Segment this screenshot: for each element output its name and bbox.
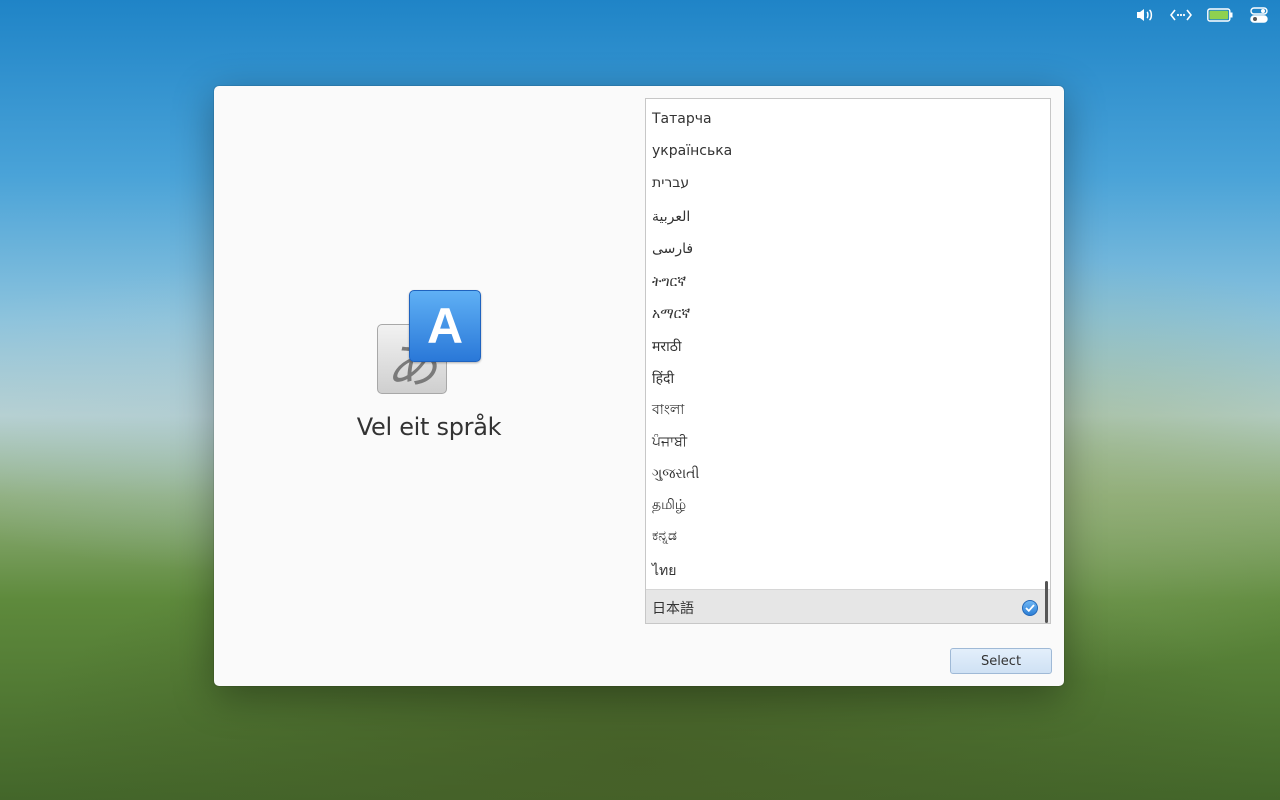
list-item-label: मराठी xyxy=(652,338,682,355)
language-illustration: あ A xyxy=(376,290,482,398)
battery-icon[interactable] xyxy=(1206,6,1234,24)
list-item-label: ਪੰਜਾਬੀ xyxy=(652,434,688,450)
list-item[interactable]: Татарча xyxy=(646,103,1050,135)
settings-toggle-icon[interactable] xyxy=(1248,6,1270,24)
list-item-label: ትግርኛ xyxy=(652,273,687,290)
list-item-label: ಕನ್ನಡ xyxy=(652,528,677,544)
list-item[interactable]: ไทย xyxy=(646,554,1050,587)
list-item-label: Татарча xyxy=(652,111,712,127)
page-title: Vel eit språk xyxy=(356,413,502,441)
checkmark-icon xyxy=(1022,599,1038,616)
list-item-label: ગુજરાતી xyxy=(652,466,700,482)
select-button[interactable]: Select xyxy=(950,648,1052,674)
list-item[interactable]: עברית xyxy=(646,167,1050,199)
list-item-label: עברית xyxy=(652,175,690,191)
list-item-label: العربية xyxy=(652,208,691,225)
list-scrollbar[interactable] xyxy=(1045,581,1048,623)
list-item[interactable]: मराठी xyxy=(646,330,1050,362)
latin-glyph-tile: A xyxy=(409,290,481,362)
list-item-label: বাংলা xyxy=(652,402,685,418)
list-item[interactable]: українська xyxy=(646,135,1050,167)
list-item-label: தமிழ் xyxy=(652,497,687,513)
list-item[interactable]: বাংলা xyxy=(646,394,1050,426)
list-item[interactable]: العربية xyxy=(646,200,1050,233)
network-icon[interactable] xyxy=(1170,6,1192,24)
list-item[interactable]: தமிழ் xyxy=(646,490,1050,522)
list-item-selected[interactable]: 日本語 xyxy=(646,589,1050,623)
list-item-label: فارسی xyxy=(652,241,694,257)
system-tray xyxy=(1134,0,1280,30)
list-item-label: ไทย xyxy=(652,562,677,579)
list-item[interactable]: فارسی xyxy=(646,233,1050,265)
list-item-label: 日本語 xyxy=(652,600,694,617)
list-item-label: українська xyxy=(652,143,733,159)
list-item[interactable]: ਪੰਜਾਬੀ xyxy=(646,426,1050,458)
list-item[interactable]: हिंदी xyxy=(646,362,1050,394)
volume-icon[interactable] xyxy=(1134,6,1156,24)
list-item[interactable]: አማርኛ xyxy=(646,298,1050,330)
list-item-label: አማርኛ xyxy=(652,306,691,322)
list-item-label: हिंदी xyxy=(652,370,675,387)
list-item[interactable]: ትግርኛ xyxy=(646,265,1050,298)
list-item[interactable]: ಕನ್ನಡ xyxy=(646,520,1050,552)
list-item[interactable]: ગુજરાતી xyxy=(646,458,1050,490)
language-list[interactable]: Татарча українська עברית العربية فارسی ት… xyxy=(645,98,1051,624)
language-dialog: あ A Vel eit språk Татарча українська עבר… xyxy=(214,86,1064,686)
